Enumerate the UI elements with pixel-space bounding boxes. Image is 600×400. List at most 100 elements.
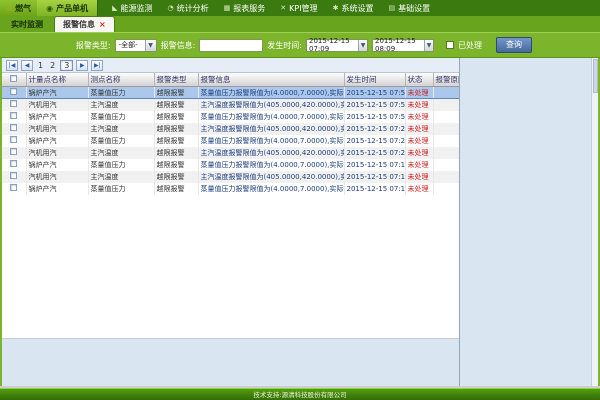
row-checkbox[interactable] xyxy=(10,88,17,95)
cell-4: 2015-12-15 07:56:53 xyxy=(344,99,405,111)
cell-4: 2015-12-15 07:56:58 xyxy=(344,87,405,99)
col-alarm-type[interactable]: 报警类型 xyxy=(154,73,198,87)
cell-checkbox xyxy=(2,159,26,171)
row-checkbox[interactable] xyxy=(10,160,17,167)
cell-1: 主汽温度 xyxy=(88,99,154,111)
page-number-3[interactable]: 3 xyxy=(60,60,73,71)
table-row[interactable]: 汽机用汽主汽温度越限报警主汽温度报警限值为(405.0000,420.0000)… xyxy=(2,171,459,183)
menu-item-basic-settings[interactable]: ▤ 基础设置 xyxy=(388,3,430,14)
alarm-type-select[interactable]: -全部- ▼ xyxy=(115,39,157,52)
cell-2: 越限报警 xyxy=(154,159,198,171)
time-label: 发生时间: xyxy=(267,40,302,51)
brand-logo: ♨ 燃气 xyxy=(0,0,37,16)
vertical-scrollbar[interactable] xyxy=(591,58,598,386)
tab-realtime-monitor[interactable]: 实时监测 xyxy=(3,17,51,32)
table-row[interactable]: 汽机用汽主汽温度越限报警主汽温度报警限值为(405.0000,420.0000)… xyxy=(2,99,459,111)
cell-2: 越限报警 xyxy=(154,123,198,135)
cell-0: 汽机用汽 xyxy=(26,123,88,135)
row-checkbox[interactable] xyxy=(10,124,17,131)
cell-0: 汽机用汽 xyxy=(26,147,88,159)
prev-page-button[interactable]: ◀ xyxy=(21,60,33,71)
handled-checkbox[interactable] xyxy=(446,41,454,49)
table-body: 锅炉产汽蒸量值压力越限报警蒸量值压力报警限值为(4.0000,7.0000),实… xyxy=(2,87,459,195)
row-checkbox[interactable] xyxy=(10,100,17,107)
menu-item-system-settings[interactable]: ✱ 系统设置 xyxy=(333,3,374,14)
page-number-1[interactable]: 1 xyxy=(36,61,45,70)
footer-bar: 技术支持:源清科技股份有限公司 xyxy=(0,386,600,400)
cell-5: 未处理 xyxy=(405,99,433,111)
menu-label: 统计分析 xyxy=(177,3,209,14)
cell-3: 主汽温度报警限值为(405.0000,420.0000),实际值为424.446… xyxy=(198,147,344,159)
cell-2: 越限报警 xyxy=(154,87,198,99)
menu-item-energy-monitor[interactable]: ◣ 能源监测 xyxy=(112,3,152,14)
search-button[interactable]: 查询 xyxy=(496,37,532,53)
table-row[interactable]: 锅炉产汽蒸量值压力越限报警蒸量值压力报警限值为(4.0000,7.0000),实… xyxy=(2,111,459,123)
row-checkbox[interactable] xyxy=(10,148,17,155)
table-row[interactable]: 锅炉产汽蒸量值压力越限报警蒸量值压力报警限值为(4.0000,7.0000),实… xyxy=(2,183,459,195)
handled-label: 已处理 xyxy=(458,40,482,51)
cell-4: 2015-12-15 07:20:27 xyxy=(344,135,405,147)
page-number-2[interactable]: 2 xyxy=(48,61,57,70)
table-row[interactable]: 汽机用汽主汽温度越限报警主汽温度报警限值为(405.0000,420.0000)… xyxy=(2,123,459,135)
col-alarm-info[interactable]: 报警信息 xyxy=(198,73,344,87)
tab-alarm-info[interactable]: 报警信息 × xyxy=(54,16,115,32)
col-status[interactable]: 状态 xyxy=(405,73,433,87)
right-panel xyxy=(460,58,598,386)
cell-checkbox xyxy=(2,99,26,111)
app-window: ♨ 燃气 ◉ 产品单机 ◣ 能源监测 ◔ 统计分析 ▦ 报表服务 ✕ KPI管理 xyxy=(0,0,600,400)
cell-6 xyxy=(433,183,459,195)
table-row[interactable]: 汽机用汽主汽温度越限报警主汽温度报警限值为(405.0000,420.0000)… xyxy=(2,147,459,159)
first-page-button[interactable]: |◀ xyxy=(6,60,18,71)
cell-2: 越限报警 xyxy=(154,99,198,111)
cell-1: 蒸量值压力 xyxy=(88,111,154,123)
cell-2: 越限报警 xyxy=(154,147,198,159)
table-row[interactable]: 锅炉产汽蒸量值压力越限报警蒸量值压力报警限值为(4.0000,7.0000),实… xyxy=(2,135,459,147)
product-label: 产品单机 xyxy=(56,3,88,14)
cell-0: 汽机用汽 xyxy=(26,171,88,183)
menu-label: 报表服务 xyxy=(233,3,265,14)
cell-1: 蒸量值压力 xyxy=(88,183,154,195)
cell-2: 越限报警 xyxy=(154,111,198,123)
cell-6 xyxy=(433,135,459,147)
chevron-down-icon[interactable]: ▼ xyxy=(145,40,156,51)
time-from-picker[interactable]: 2015-12-15 07:09 ▼ xyxy=(306,39,368,52)
close-icon[interactable]: × xyxy=(99,20,106,29)
menu-label: KPI管理 xyxy=(289,3,317,14)
alarm-info-label: 报警信息: xyxy=(161,40,196,51)
row-checkbox[interactable] xyxy=(10,112,17,119)
cell-3: 蒸量值压力报警限值为(4.0000,7.0000),实际值为3.4521 xyxy=(198,135,344,147)
time-to-picker[interactable]: 2015-12-15 08:09 ▼ xyxy=(372,39,434,52)
alarm-type-value: -全部- xyxy=(119,40,138,50)
table-row[interactable]: 锅炉产汽蒸量值压力越限报警蒸量值压力报警限值为(4.0000,7.0000),实… xyxy=(2,159,459,171)
chevron-down-icon[interactable]: ▼ xyxy=(358,40,367,51)
cell-3: 蒸量值压力报警限值为(4.0000,7.0000),实际值为7.7690 xyxy=(198,87,344,99)
chevron-down-icon[interactable]: ▼ xyxy=(424,40,433,51)
cell-0: 锅炉产汽 xyxy=(26,87,88,99)
gear-icon: ✱ xyxy=(333,4,339,12)
col-occur-time[interactable]: 发生时间 xyxy=(344,73,405,87)
bottom-filler xyxy=(2,338,459,386)
table-row[interactable]: 锅炉产汽蒸量值压力越限报警蒸量值压力报警限值为(4.0000,7.0000),实… xyxy=(2,87,459,99)
cell-6 xyxy=(433,159,459,171)
menu-label: 系统设置 xyxy=(341,3,373,14)
alarm-info-input[interactable] xyxy=(199,39,263,52)
product-icon: ◉ xyxy=(46,4,53,13)
col-metering-point[interactable]: 计量点名称 xyxy=(26,73,88,87)
select-all-checkbox[interactable] xyxy=(10,75,17,82)
menu-item-statistics[interactable]: ◔ 统计分析 xyxy=(168,3,209,14)
content-area: |◀ ◀ 1 2 3 ▶ ▶| 计量点名称 测点名称 报警类型 报 xyxy=(0,58,600,386)
menu-item-reports[interactable]: ▦ 报表服务 xyxy=(224,3,266,14)
row-checkbox[interactable] xyxy=(10,136,17,143)
menu-item-kpi[interactable]: ✕ KPI管理 xyxy=(280,3,317,14)
next-page-button[interactable]: ▶ xyxy=(76,60,88,71)
list-icon: ▤ xyxy=(388,4,395,12)
pagination-bar: |◀ ◀ 1 2 3 ▶ ▶| xyxy=(2,58,459,73)
alarm-type-label: 报警类型: xyxy=(76,40,111,51)
product-tab[interactable]: ◉ 产品单机 xyxy=(37,0,98,16)
scrollbar-thumb[interactable] xyxy=(593,59,598,93)
row-checkbox[interactable] xyxy=(10,172,17,179)
col-measure-point[interactable]: 测点名称 xyxy=(88,73,154,87)
col-alarm-reason[interactable]: 报警原因 xyxy=(433,73,459,87)
row-checkbox[interactable] xyxy=(10,184,17,191)
last-page-button[interactable]: ▶| xyxy=(91,60,103,71)
